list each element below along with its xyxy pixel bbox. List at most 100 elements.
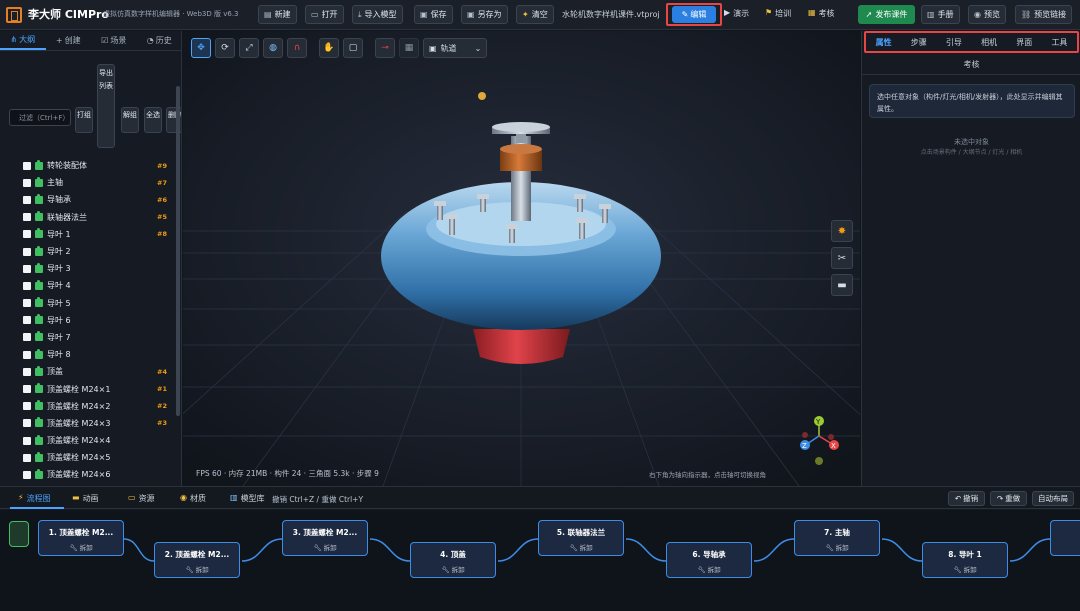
tree-item[interactable]: 导叶 6 [0, 312, 175, 329]
auto-layout-button[interactable]: 自动布局 [1032, 491, 1074, 506]
camera-mode-select[interactable]: ▣ 轨道 ⌄ [423, 38, 487, 58]
flow-step-node[interactable]: 8. 导叶 1 🔧︎ 拆卸 [922, 542, 1008, 578]
flow-step-node[interactable]: 1. 顶盖螺栓 M2... 🔧︎ 拆卸 [38, 520, 124, 556]
tab-steps[interactable]: 步骤 [901, 37, 936, 48]
group-button[interactable]: 打组 [75, 107, 93, 133]
select-all-button[interactable]: 全选 [144, 107, 162, 133]
visibility-checkbox[interactable] [23, 264, 31, 273]
tree-item[interactable]: 顶盖螺栓 M24×2 #2 [0, 398, 175, 415]
visibility-checkbox[interactable] [23, 436, 31, 445]
tab-materials[interactable]: ◉ 材质 [180, 493, 206, 504]
tab-interface[interactable]: 界面 [1007, 37, 1042, 48]
visibility-checkbox[interactable] [23, 299, 31, 308]
tree-item[interactable]: 转轮装配体 #9 [0, 157, 175, 174]
tab-flowchart[interactable]: ⚡ 流程图 [18, 493, 51, 504]
flowchart-canvas[interactable]: 1. 顶盖螺栓 M2... 🔧︎ 拆卸 2. 顶盖螺栓 M2... 🔧︎ 拆卸 3. 顶… [0, 510, 1080, 611]
clear-button[interactable]: ✦ 清空 [516, 5, 554, 24]
tab-properties[interactable]: 属性 [866, 37, 901, 48]
save-as-button[interactable]: ▣ 另存为 [461, 5, 508, 24]
ruler-tool-button[interactable]: ▬ [831, 274, 853, 296]
visibility-checkbox[interactable] [23, 333, 31, 342]
undo-button[interactable]: ↶ 撤销 [948, 491, 985, 506]
world-tool-button[interactable]: ◍ [263, 38, 283, 58]
tab-animation[interactable]: ▬ 动画 [72, 493, 99, 504]
flow-step-node[interactable]: 5. 联轴器法兰 🔧︎ 拆卸 [538, 520, 624, 556]
visibility-checkbox[interactable] [23, 213, 31, 222]
sidebar-scrollbar[interactable] [176, 86, 180, 416]
scale-tool-button[interactable]: ⤢ [239, 38, 259, 58]
rotate-tool-button[interactable]: ⟳ [215, 38, 235, 58]
tree-item[interactable]: 导叶 3 [0, 260, 175, 277]
flow-step-node[interactable]: 3. 顶盖螺栓 M2... 🔧︎ 拆卸 [282, 520, 368, 556]
flow-step-node[interactable]: 9. 转... 🔧︎ 拆卸 [1050, 520, 1080, 556]
tree-item[interactable]: 顶盖螺栓 M24×5 [0, 449, 175, 466]
tree-item[interactable]: 导轴承 #6 [0, 191, 175, 208]
tree-item[interactable]: 导叶 8 [0, 346, 175, 363]
visibility-checkbox[interactable] [23, 316, 31, 325]
start-node[interactable] [9, 521, 29, 547]
visibility-checkbox[interactable] [23, 178, 31, 187]
flow-step-node[interactable]: 2. 顶盖螺栓 M2... 🔧︎ 拆卸 [154, 542, 240, 578]
tab-tools[interactable]: 工具 [1042, 37, 1077, 48]
tree-item[interactable]: 顶盖螺栓 M24×6 [0, 466, 175, 483]
mode-train-button[interactable]: ⚑ 培训 [765, 8, 791, 19]
preview-link-button[interactable]: ⛓ 预览链接 [1015, 5, 1073, 24]
visibility-checkbox[interactable] [23, 470, 31, 479]
tree-item[interactable]: 导叶 5 [0, 295, 175, 312]
visibility-checkbox[interactable] [23, 453, 31, 462]
tab-guide[interactable]: 引导 [936, 37, 971, 48]
tree-item[interactable]: 导叶 4 [0, 277, 175, 294]
tab-resources[interactable]: ▭ 资源 [128, 493, 155, 504]
flow-step-node[interactable]: 7. 主轴 🔧︎ 拆卸 [794, 520, 880, 556]
new-button[interactable]: ▤ 新建 [258, 5, 297, 24]
tree-item[interactable]: 主轴 #7 [0, 174, 175, 191]
explode-tool-button[interactable]: ✸ [831, 220, 853, 242]
export-list-button[interactable]: 导出列表 [97, 64, 115, 148]
tab-create[interactable]: + 创建 [46, 31, 92, 50]
visibility-checkbox[interactable] [23, 195, 31, 204]
visibility-checkbox[interactable] [23, 402, 31, 411]
tree-item[interactable]: 导叶 1 #8 [0, 226, 175, 243]
3d-viewport[interactable]: Y X Z ✥ ⟳ ⤢ ◍ ∩ ✋ ▢ ⊸ ▦ ▣ 轨道 ⌄ ✸ ✂ ▬ FPS 6… [183, 31, 860, 486]
mode-exam-button[interactable]: ▦ 考核 [808, 8, 835, 19]
publish-button[interactable]: ➚ 发布课件 [858, 5, 915, 24]
visibility-checkbox[interactable] [23, 385, 31, 394]
import-model-button[interactable]: ⤓ 导入模型 [352, 5, 403, 24]
light-source-icon[interactable] [478, 92, 486, 100]
redo-button[interactable]: ↷ 重做 [990, 491, 1027, 506]
tab-model-library[interactable]: ▥ 模型库 [230, 493, 265, 504]
filter-input[interactable]: 过滤（Ctrl+F） [9, 109, 71, 126]
visibility-checkbox[interactable] [23, 247, 31, 256]
tree-item[interactable]: 导叶 7 [0, 329, 175, 346]
snap-tool-button[interactable]: ∩ [287, 38, 307, 58]
visibility-checkbox[interactable] [23, 281, 31, 290]
mode-edit-button[interactable]: ✎ 编辑 [672, 6, 716, 23]
tree-item[interactable]: 导叶 2 [0, 243, 175, 260]
panel-subtitle[interactable]: 考核 [862, 59, 1080, 70]
flow-step-node[interactable]: 6. 导轴承 🔧︎ 拆卸 [666, 542, 752, 578]
move-tool-button[interactable]: ✥ [191, 38, 211, 58]
ungroup-button[interactable]: 解组 [121, 107, 139, 133]
flow-step-node[interactable]: 4. 顶盖 🔧︎ 拆卸 [410, 542, 496, 578]
tree-item[interactable]: 顶盖螺栓 M24×1 #1 [0, 380, 175, 397]
tree-item[interactable]: 顶盖螺栓 M24×4 [0, 432, 175, 449]
measure-tool-button[interactable]: ⊸ [375, 38, 395, 58]
draft-tube-cone[interactable] [473, 329, 570, 364]
preview-button[interactable]: ◉ 预览 [968, 5, 1006, 24]
visibility-checkbox[interactable] [23, 161, 31, 170]
visibility-checkbox[interactable] [23, 367, 31, 376]
tab-history[interactable]: ◔ 历史 [137, 31, 182, 50]
manual-button[interactable]: ▥ 手册 [921, 5, 960, 24]
grid-tool-button[interactable]: ▦ [399, 38, 419, 58]
tree-item[interactable]: 联轴器法兰 #5 [0, 209, 175, 226]
tab-camera[interactable]: 相机 [972, 37, 1007, 48]
tab-outline[interactable]: ⋔ 大纲 [0, 31, 46, 50]
visibility-checkbox[interactable] [23, 350, 31, 359]
visibility-checkbox[interactable] [23, 230, 31, 239]
open-button[interactable]: ▭ 打开 [305, 5, 344, 24]
tree-item[interactable]: 顶盖 #4 [0, 363, 175, 380]
visibility-checkbox[interactable] [23, 419, 31, 428]
frame-tool-button[interactable]: ▢ [343, 38, 363, 58]
tab-scene[interactable]: ☑ 场景 [91, 31, 137, 50]
cut-tool-button[interactable]: ✂ [831, 247, 853, 269]
